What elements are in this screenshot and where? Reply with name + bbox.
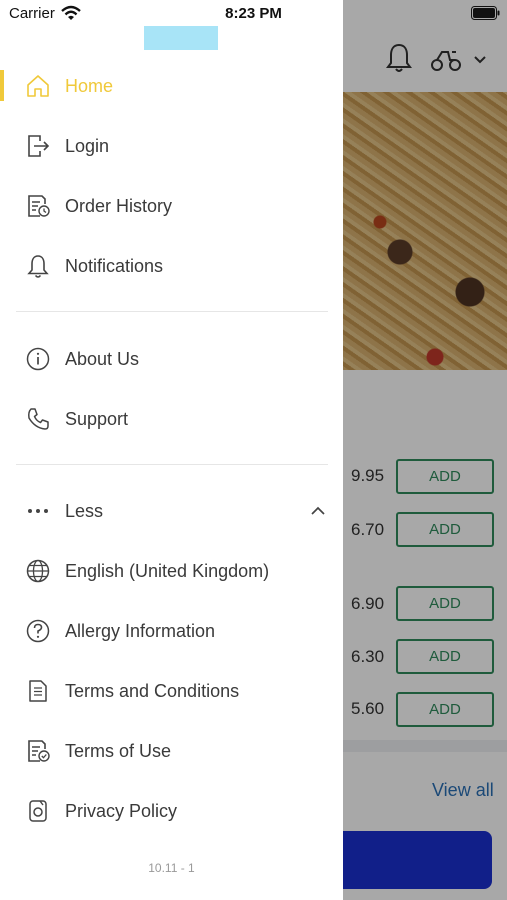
nav-label: Terms of Use [65,740,172,761]
nav-label: Terms and Conditions [65,680,240,701]
nav-label: English (United Kingdom) [65,560,270,581]
nav-item-terms-of-use[interactable]: Terms of Use [0,729,343,773]
nav-item-terms-and-conditions[interactable]: Terms and Conditions [0,669,343,713]
nav-item-home[interactable]: Home [0,64,343,108]
bell-icon [24,252,52,280]
nav-label: Notifications [65,255,164,276]
status-bar: Carrier 8:23 PM [0,0,507,28]
nav-item-notifications[interactable]: Notifications [0,244,343,288]
privacy-icon [24,797,52,825]
nav-item-allergy-information[interactable]: Allergy Information [0,609,343,653]
nav-label: Privacy Policy [65,800,178,821]
nav-item-about-us[interactable]: About Us [0,337,343,381]
login-icon [24,132,52,160]
nav-label: Allergy Information [65,620,216,641]
brand-logo [144,26,218,50]
navigation-drawer: Home Login Order History Notifications A… [0,0,343,900]
more-toggle[interactable]: Less [0,489,343,533]
nav-item-privacy-policy[interactable]: Privacy Policy [0,789,343,833]
phone-icon [24,405,52,433]
section-divider [16,464,328,465]
chevron-up-icon [311,506,325,515]
nav-label: About Us [65,348,140,369]
document-icon [24,677,52,705]
nav-item-order-history[interactable]: Order History [0,184,343,228]
document-check-icon [24,737,52,765]
home-icon [24,72,52,100]
globe-icon [24,557,52,585]
nav-label: Order History [65,195,173,216]
nav-label: Support [65,408,129,429]
more-toggle-label: Less [65,500,104,521]
battery-icon [471,6,500,20]
nav-item-support[interactable]: Support [0,397,343,441]
nav-item-login[interactable]: Login [0,124,343,168]
question-icon [24,617,52,645]
section-divider [16,311,328,312]
nav-label: Login [65,135,110,156]
app-version: 10.11 - 1 [148,861,195,875]
order-history-icon [24,192,52,220]
nav-label: Home [65,75,114,96]
status-time: 8:23 PM [225,5,282,22]
info-icon [24,345,52,373]
ellipsis-icon [24,497,52,525]
nav-item-language[interactable]: English (United Kingdom) [0,549,343,593]
